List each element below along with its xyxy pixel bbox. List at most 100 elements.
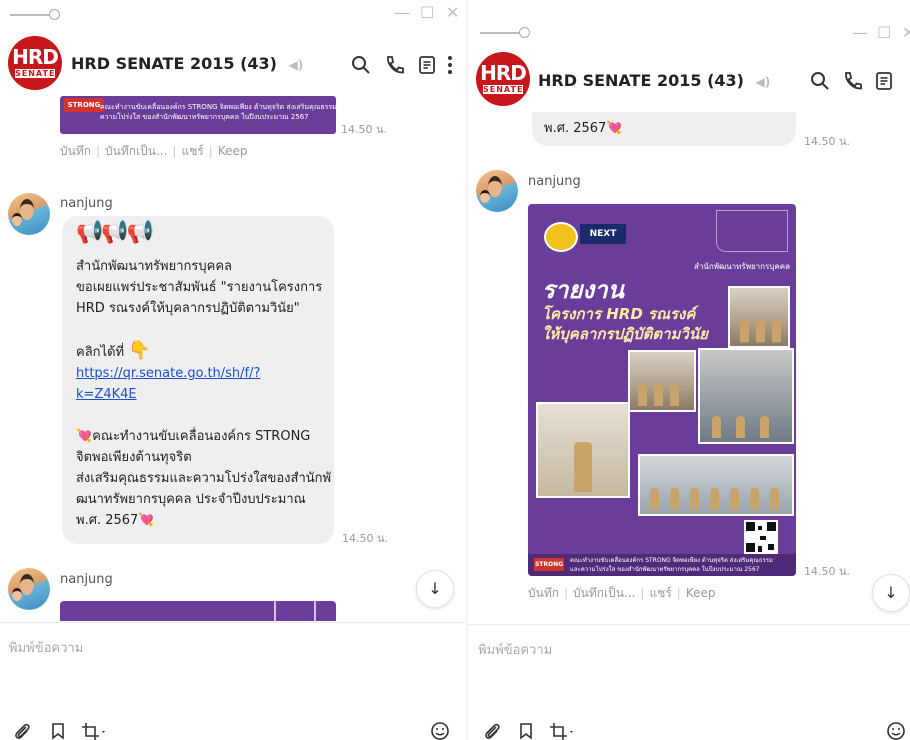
sender-avatar[interactable] [476, 170, 518, 212]
save-as-action[interactable]: บันทึกเป็น... [573, 586, 635, 600]
message-line: จิตพอเพียงต้านทุจริต [76, 450, 192, 465]
maximize-button[interactable]: ☐ [877, 24, 891, 42]
message-time: 14.50 น. [341, 123, 388, 136]
image-actions: บันทึก | บันทึกเป็น... | แชร์ | Keep [528, 586, 716, 600]
slider-knob[interactable] [519, 27, 530, 38]
save-action[interactable]: บันทึก [60, 144, 91, 158]
sender-avatar[interactable] [8, 568, 50, 610]
compose-area[interactable]: พิมพ์ข้อความ [0, 623, 468, 740]
sender-avatar[interactable] [8, 193, 50, 235]
opacity-slider[interactable] [10, 9, 60, 20]
message-input-placeholder: พิมพ์ข้อความ [478, 643, 553, 658]
speaker-icon: ◀) [755, 75, 771, 89]
heart-arrow-icon: 💘 [606, 121, 623, 136]
group-avatar[interactable]: HRD SENATE [8, 36, 62, 90]
sender-name: nanjung [528, 174, 581, 189]
message-line: พ.ศ. 2567 [76, 513, 139, 528]
strong-logo: STRONG [64, 98, 104, 112]
opacity-slider[interactable] [480, 27, 530, 38]
strip-caption-line1: คณะทำงานขับเคลื่อนองค์กร STRONG จิตพอเพี… [100, 103, 336, 111]
poster-frame-decoration [716, 210, 788, 252]
heart-arrow-icon: 💘 [138, 513, 155, 528]
minimize-button[interactable]: — [394, 4, 410, 22]
pointing-hand-icon: 👇 [128, 340, 151, 361]
scroll-down-button[interactable]: ↓ [416, 570, 454, 608]
message-body: สำนักพัฒนาทรัพยากรบุคคล ขอเผยแพร่ประชาสั… [76, 256, 331, 531]
attach-icon[interactable] [482, 721, 502, 740]
message-link-continued[interactable]: k=Z4K4E [76, 387, 137, 402]
image-message-strip[interactable]: STRONG คณะทำงานขับเคลื่อนองค์กร STRONG จ… [60, 96, 336, 134]
attach-icon[interactable] [12, 721, 32, 740]
more-icon[interactable] [444, 54, 456, 76]
chat-title[interactable]: HRD SENATE 2015 (43) ◀) [538, 71, 770, 90]
poster-photo [728, 286, 790, 348]
chat-title[interactable]: HRD SENATE 2015 (43) ◀) [71, 54, 303, 73]
message-input-placeholder: พิมพ์ข้อความ [9, 641, 84, 656]
bookmark-icon[interactable] [48, 721, 68, 740]
member-count: (43) [240, 54, 277, 73]
save-as-action[interactable]: บันทึกเป็น... [105, 144, 167, 158]
maximize-button[interactable]: ☐ [420, 4, 434, 22]
speaker-icon: ◀) [288, 58, 304, 72]
chat-window-left: — ☐ ✕ HRD SENATE HRD SENATE 2015 (43) ◀)… [0, 0, 468, 740]
megaphone-icon: 📢📢📢 [76, 220, 154, 245]
slider-knob[interactable] [49, 9, 60, 20]
heart-arrow-icon: 💘 [76, 429, 93, 444]
share-action[interactable]: แชร์ [181, 144, 203, 158]
message-line: คณะทำงานขับเคลื่อนองค์กร STRONG [92, 429, 311, 444]
bookmark-icon[interactable] [516, 721, 536, 740]
keep-action[interactable]: Keep [218, 144, 248, 158]
phone-icon[interactable] [841, 70, 863, 92]
keep-action[interactable]: Keep [686, 586, 716, 600]
compose-area[interactable]: พิมพ์ข้อความ [468, 625, 910, 740]
image-message-partial[interactable] [60, 601, 336, 621]
notes-icon[interactable] [873, 70, 895, 92]
scroll-down-button[interactable]: ↓ [872, 574, 910, 612]
phone-icon[interactable] [383, 54, 405, 76]
screenshot-icon[interactable] [80, 721, 108, 740]
sender-name: nanjung [60, 196, 113, 211]
logo-text: HRD [480, 61, 527, 85]
chat-name: HRD SENATE 2015 [538, 71, 702, 90]
text-message-bubble[interactable]: 📢📢📢 สำนักพัฒนาทรัพยากรบุคคล ขอเผยแพร่ประ… [62, 216, 334, 544]
message-link[interactable]: https://qr.senate.go.th/sh/f/? [76, 366, 260, 381]
screenshot-icon[interactable] [548, 721, 576, 740]
share-action[interactable]: แชร์ [649, 586, 671, 600]
group-avatar[interactable]: HRD SENATE [476, 52, 530, 106]
chat-window-right: — ☐ ✕ HRD SENATE HRD SENATE 2015 (43) ◀)… [468, 0, 910, 740]
strip-caption: คณะทำงานขับเคลื่อนองค์กร STRONG จิตพอเพี… [100, 102, 336, 122]
poster-photo [536, 402, 630, 498]
chat-name: HRD SENATE 2015 [71, 54, 235, 73]
strip-caption-line2: ความโปร่งใส ของสำนักพัฒนาทรัพยากรบุคคล ใ… [100, 113, 309, 121]
message-line: ขอเผยแพร่ประชาสัมพันธ์ "รายงานโครงการ [76, 280, 323, 295]
message-time: 14.50 น. [804, 565, 851, 578]
next-logo: NEXT [580, 224, 626, 244]
minimize-button[interactable]: — [852, 24, 868, 42]
message-line: คลิกได้ที่ 👇 [76, 340, 331, 363]
emoji-icon[interactable] [430, 721, 450, 740]
message-line [76, 319, 331, 340]
close-button[interactable]: ✕ [446, 4, 459, 22]
search-icon[interactable] [350, 54, 372, 76]
image-actions: บันทึก | บันทึกเป็น... | แชร์ | Keep [60, 144, 248, 158]
message-line: ส่งเสริมคุณธรรมและความโปร่งใสของสำนักพั [76, 471, 332, 486]
next-logo-text: NEXT [589, 229, 617, 239]
message-line: พ.ศ. 2567 [544, 121, 607, 136]
poster-photo [628, 350, 696, 412]
click-here-text: คลิกได้ที่ [76, 345, 125, 360]
chat-header: HRD SENATE HRD SENATE 2015 (43) ◀) [0, 34, 468, 94]
message-time: 14.50 น. [804, 135, 851, 148]
poster-image[interactable]: NEXT สำนักพัฒนาทรัพยากรบุคคล รายงาน โครง… [528, 204, 796, 576]
poster-photo [638, 454, 794, 516]
emoji-icon[interactable] [886, 721, 906, 740]
strong-logo: STRONG [534, 558, 564, 571]
logo-subtext: SENATE [15, 69, 56, 78]
save-action[interactable]: บันทึก [528, 586, 559, 600]
poster-footer: STRONG คณะทำงานขับเคลื่อนองค์กร STRONG จ… [528, 554, 796, 576]
close-button[interactable]: ✕ [902, 24, 910, 42]
notes-icon[interactable] [416, 54, 438, 76]
sender-name: nanjung [60, 572, 113, 587]
text-message-bubble-partial[interactable]: พ.ศ. 2567💘 [532, 112, 796, 146]
message-line: HRD รณรงค์ให้บุคลากรปฏิบัติตามวินัย" [76, 301, 300, 316]
search-icon[interactable] [809, 70, 831, 92]
